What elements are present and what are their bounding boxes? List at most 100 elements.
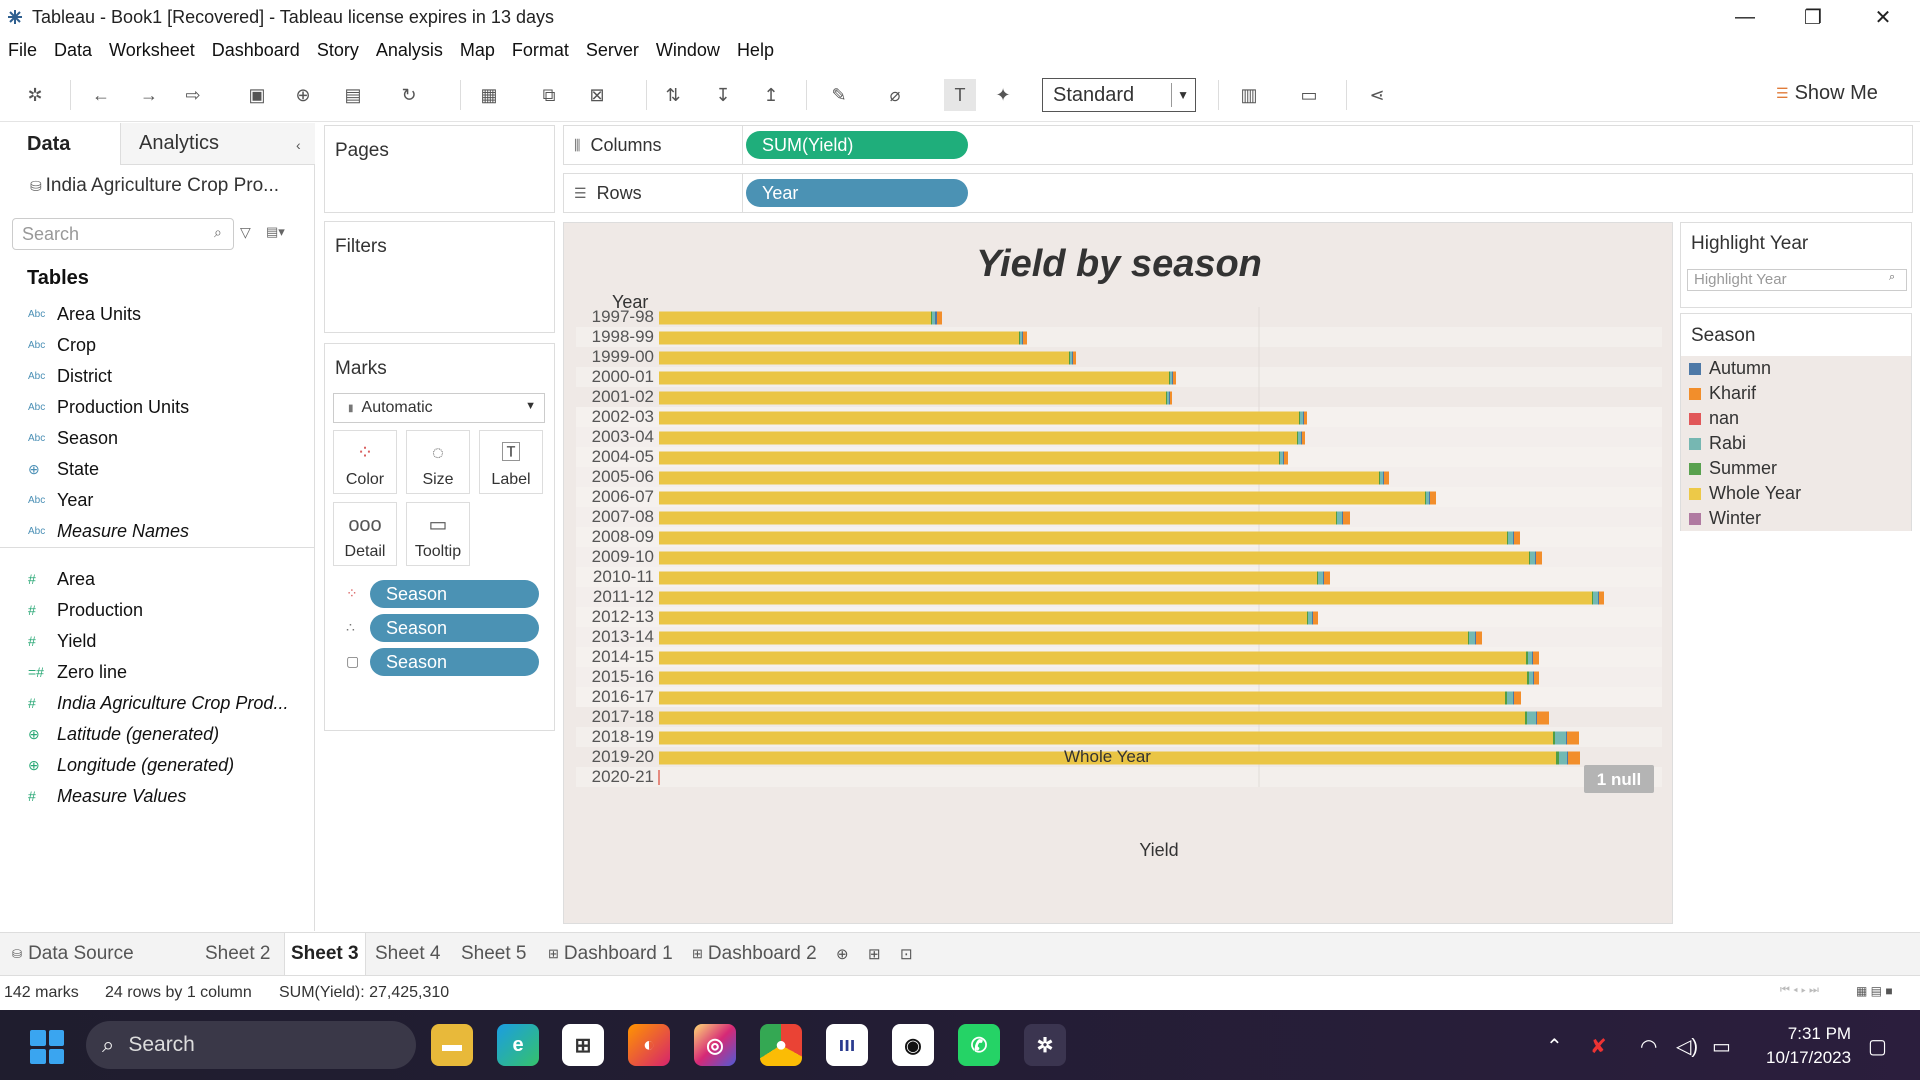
new-worksheet-icon[interactable]: ⊕ [836,933,849,975]
duplicate-sheet-icon[interactable]: ⧉ [536,82,562,108]
show-me-button[interactable]: ☰ Show Me [1776,82,1878,105]
color-button[interactable]: ⁘ Color [333,430,397,494]
field-area[interactable]: # Area [28,564,95,594]
size-button[interactable]: ◌ Size [406,430,470,494]
tab-sheet-3[interactable]: Sheet 3 [284,933,366,975]
field-latitude[interactable]: ⊕ Latitude (generated) [28,719,219,749]
presentation-mode-icon[interactable]: ▭ [1296,82,1322,108]
minimize-button[interactable]: — [1710,0,1780,34]
legend-item-whole-year[interactable]: Whole Year [1681,481,1911,506]
menu-story[interactable]: Story [317,40,359,61]
sort-ascending-icon[interactable]: ↧ [710,82,736,108]
wifi-icon[interactable]: ◠ [1640,1034,1657,1059]
tableau-home-icon[interactable]: ✲ [22,82,48,108]
view-toggle-icon[interactable]: ▦ ▤ ■ [1856,984,1893,998]
file-explorer-icon[interactable]: ▬ [431,1024,473,1066]
pause-updates-icon[interactable]: ▤ [340,82,366,108]
close-button[interactable]: ✕ [1848,0,1918,34]
new-worksheet-icon[interactable]: ▦ [476,82,502,108]
season-color-pill[interactable]: Season [370,580,539,608]
datasource-name[interactable]: ⛁ India Agriculture Crop Pro... [30,175,279,197]
field-production-units[interactable]: Abc Production Units [28,392,189,422]
menu-worksheet[interactable]: Worksheet [109,40,195,61]
menu-server[interactable]: Server [586,40,639,61]
legend-item-summer[interactable]: Summer [1681,456,1911,481]
collapse-pane-icon[interactable]: ‹ [296,137,301,153]
refresh-icon[interactable]: ↻ [396,82,422,108]
tab-dashboard-2[interactable]: ⊞ Dashboard 2 [692,933,817,975]
share-icon[interactable]: ⋖ [1364,82,1390,108]
field-zero-line[interactable]: =# Zero line [28,657,127,687]
undo-icon[interactable]: ← [88,82,114,108]
field-measure-names[interactable]: Abc Measure Names [28,516,189,546]
view-options-icon[interactable]: ▤▾ [266,224,285,240]
volume-icon[interactable]: ◁) [1676,1034,1698,1059]
swap-axes-icon[interactable]: ⇅ [660,82,686,108]
field-yield[interactable]: # Yield [28,626,96,656]
highlight-year-input[interactable]: Highlight Year [1687,269,1907,291]
season-detail-pill[interactable]: Season [370,614,539,642]
field-district[interactable]: Abc District [28,361,112,391]
field-measure-values[interactable]: # Measure Values [28,781,186,811]
legend-item-nan[interactable]: nan [1681,406,1911,431]
season-label-pill[interactable]: Season [370,648,539,676]
search-icon[interactable]: ⌕ [214,224,222,241]
mark-type-select[interactable]: ▮ Automatic ▼ [333,393,545,423]
field-season[interactable]: Abc Season [28,423,118,453]
legend-item-autumn[interactable]: Autumn [1681,356,1911,381]
field-area-units[interactable]: Abc Area Units [28,299,141,329]
app-icon[interactable]: ııı [826,1024,868,1066]
clear-sheet-icon[interactable]: ⊠ [584,82,610,108]
tab-sheet-4[interactable]: Sheet 4 [375,933,441,975]
tab-data-source[interactable]: ⛁ Data Source [12,933,134,975]
new-dashboard-icon[interactable]: ⊞ [868,933,881,975]
show-cards-icon[interactable]: ▥ [1236,82,1262,108]
taskbar-search[interactable]: ⌕ Search [86,1021,416,1069]
edge-icon[interactable]: e [497,1024,539,1066]
replay-icon[interactable]: ⇨ [180,82,206,108]
tab-sheet-2[interactable]: Sheet 2 [205,933,271,975]
show-mark-labels-icon[interactable]: T [944,79,976,111]
taskbar-clock[interactable]: 7:31 PM 10/17/2023 [1766,1022,1851,1070]
tab-dashboard-1[interactable]: ⊞ Dashboard 1 [548,933,673,975]
tab-sheet-5[interactable]: Sheet 5 [461,933,527,975]
field-count[interactable]: # India Agriculture Crop Prod... [28,688,288,718]
legend-item-winter[interactable]: Winter [1681,506,1911,531]
group-members-icon[interactable]: ⌀ [882,82,908,108]
chevron-up-icon[interactable]: ⌃ [1546,1034,1563,1059]
sort-descending-icon[interactable]: ↥ [758,82,784,108]
menu-dashboard[interactable]: Dashboard [212,40,300,61]
menu-data[interactable]: Data [54,40,92,61]
tab-data[interactable]: Data [0,123,120,165]
menu-map[interactable]: Map [460,40,495,61]
year-pill[interactable]: Year [746,179,968,207]
field-longitude[interactable]: ⊕ Longitude (generated) [28,750,234,780]
battery-icon[interactable]: ▭ [1712,1034,1731,1059]
microsoft-store-icon[interactable]: ⊞ [562,1024,604,1066]
field-production[interactable]: # Production [28,595,143,625]
legend-item-kharif[interactable]: Kharif [1681,381,1911,406]
tableau-taskbar-icon[interactable]: ✲ [1024,1024,1066,1066]
sum-yield-pill[interactable]: SUM(Yield) [746,131,968,159]
tooltip-button[interactable]: ▭ Tooltip [406,502,470,566]
filters-card[interactable]: Filters [324,221,555,333]
menu-file[interactable]: File [8,40,37,61]
new-story-icon[interactable]: ⊡ [900,933,913,975]
fit-select[interactable]: Standard ▼ [1042,78,1196,112]
notifications-icon[interactable]: ▢ [1868,1034,1887,1059]
menu-window[interactable]: Window [656,40,720,61]
columns-shelf[interactable]: ⫼ Columns SUM(Yield) [563,125,1913,165]
highlight-icon[interactable]: ✎ [826,82,852,108]
new-datasource-icon[interactable]: ⊕ [290,82,316,108]
sheet-navigation-icon[interactable]: ⏮ ◂ ▸ ⏭ [1780,984,1819,997]
search-input[interactable]: Search [12,218,234,250]
label-button[interactable]: 🅃 Label [479,430,543,494]
legend-item-rabi[interactable]: Rabi [1681,431,1911,456]
fix-axes-icon[interactable]: ✦ [990,82,1016,108]
filter-icon[interactable]: ▽ [240,224,251,241]
redo-icon[interactable]: → [136,82,162,108]
save-icon[interactable]: ▣ [244,82,270,108]
pages-card[interactable]: Pages [324,125,555,213]
menu-format[interactable]: Format [512,40,569,61]
github-icon[interactable]: ◉ [892,1024,934,1066]
